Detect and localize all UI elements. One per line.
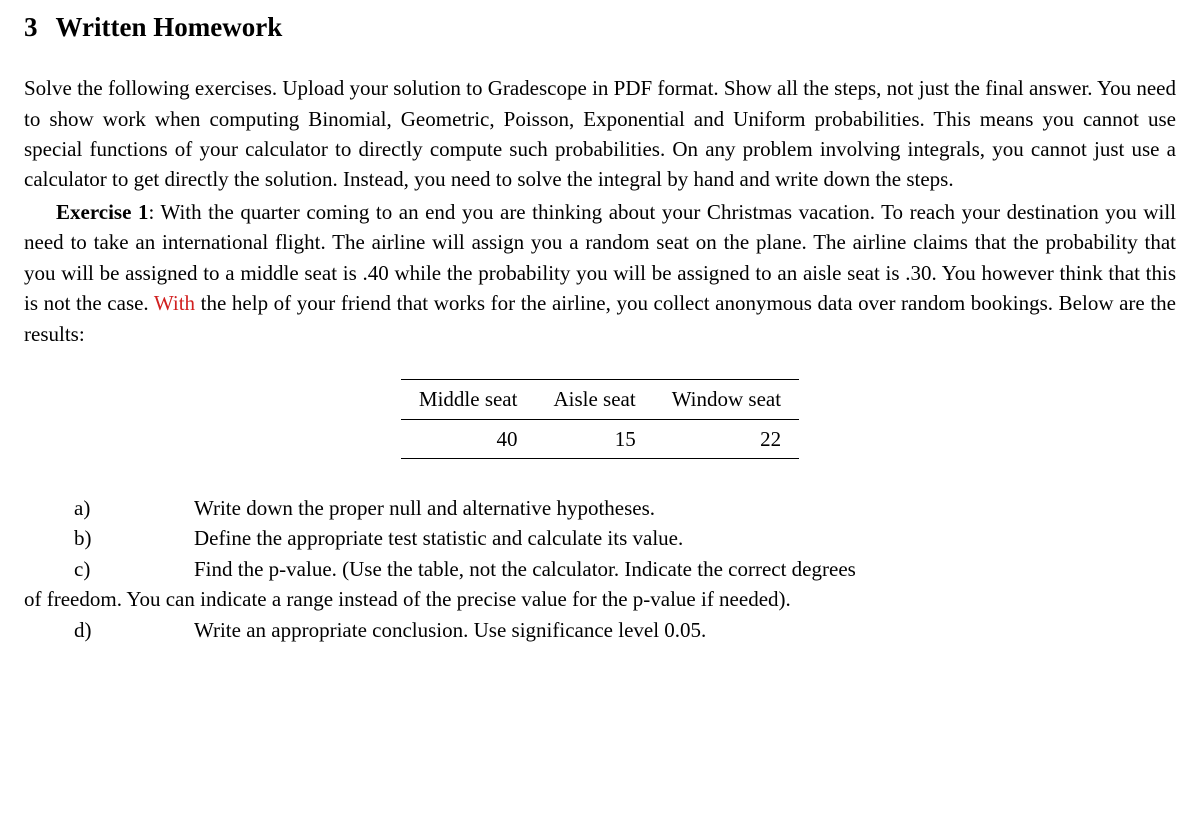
question-a: a) Write down the proper null and altern… [24, 493, 1176, 523]
intro-paragraph: Solve the following exercises. Upload yo… [24, 73, 1176, 195]
section-heading: 3 Written Homework [24, 8, 1176, 47]
exercise-label: Exercise 1 [56, 200, 148, 224]
question-text: Write down the proper null and alternati… [194, 493, 1176, 523]
annotated-word: With [154, 291, 195, 315]
data-table-container: Middle seat Aisle seat Window seat 40 15… [24, 379, 1176, 459]
question-c: c) Find the p-value. (Use the table, not… [24, 554, 1176, 584]
question-text: Write an appropriate conclusion. Use sig… [194, 615, 1176, 645]
question-b: b) Define the appropriate test statistic… [24, 523, 1176, 553]
table-data-cell: 22 [654, 419, 799, 458]
question-c-continuation: of freedom. You can indicate a range ins… [24, 584, 1176, 614]
section-title: Written Homework [56, 12, 283, 42]
table-header-cell: Aisle seat [535, 380, 653, 419]
data-table: Middle seat Aisle seat Window seat 40 15… [401, 379, 799, 459]
table-header-cell: Window seat [654, 380, 799, 419]
question-text: Define the appropriate test statistic an… [194, 523, 1176, 553]
table-header-cell: Middle seat [401, 380, 536, 419]
table-data-cell: 15 [535, 419, 653, 458]
question-label: a) [24, 493, 194, 523]
exercise-paragraph: Exercise 1: With the quarter coming to a… [24, 197, 1176, 349]
exercise-text-post: the help of your friend that works for t… [24, 291, 1176, 345]
question-label: d) [24, 615, 194, 645]
table-data-cell: 40 [401, 419, 536, 458]
question-text: Find the p-value. (Use the table, not th… [194, 554, 1176, 584]
section-number: 3 [24, 12, 38, 42]
question-d: d) Write an appropriate conclusion. Use … [24, 615, 1176, 645]
question-label: c) [24, 554, 194, 584]
table-header-row: Middle seat Aisle seat Window seat [401, 380, 799, 419]
question-label: b) [24, 523, 194, 553]
table-data-row: 40 15 22 [401, 419, 799, 458]
